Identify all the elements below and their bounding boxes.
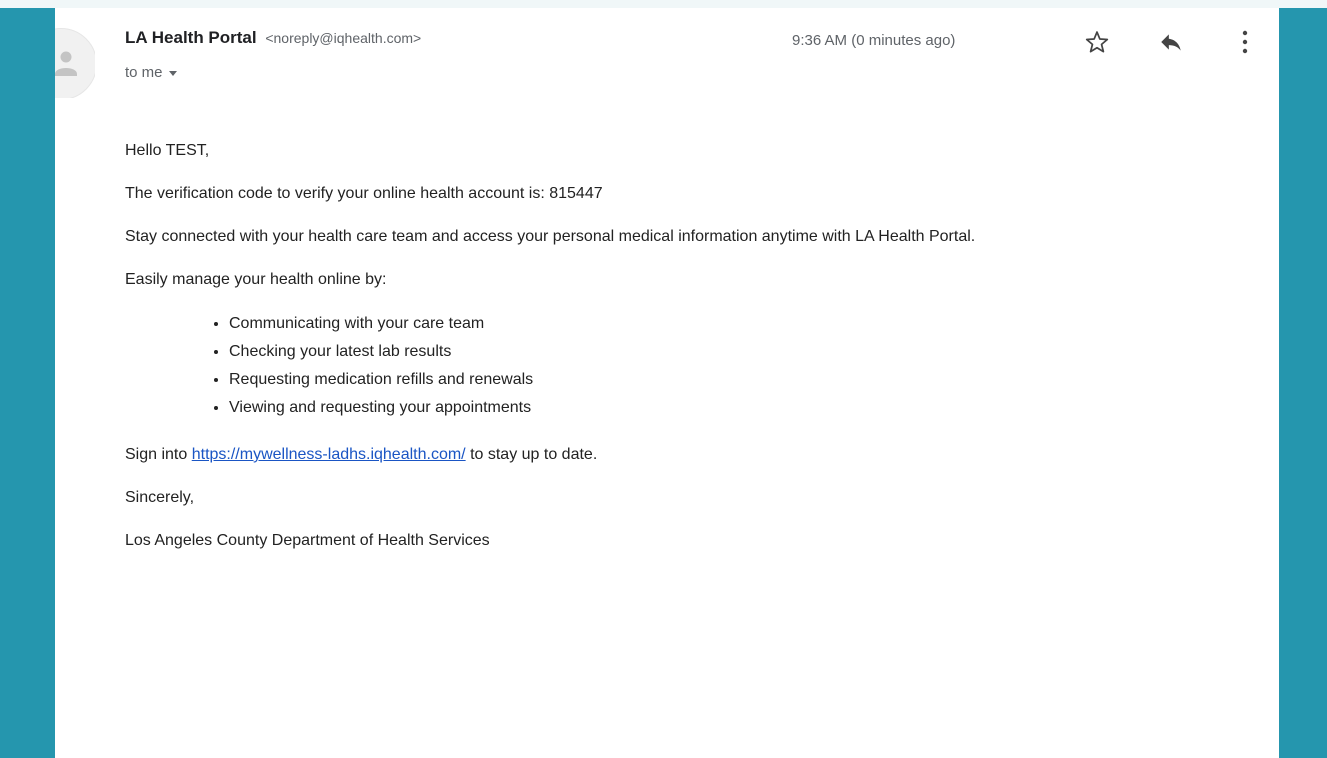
closing: Sincerely,	[125, 489, 195, 506]
sender-avatar[interactable]	[55, 28, 95, 98]
message-timestamp: 9:36 AM (0 minutes ago)	[792, 32, 956, 49]
right-frame-border	[1279, 8, 1327, 758]
email-message: LA Health Portal <noreply@iqhealth.com> …	[55, 8, 1279, 758]
sender-name[interactable]: LA Health Portal	[125, 28, 257, 47]
feature-list: Communicating with your care team Checki…	[125, 310, 1255, 422]
sign-in-suffix: to stay up to date.	[465, 446, 598, 463]
verification-text: The verification code to verify your onl…	[125, 185, 603, 202]
person-icon	[55, 51, 77, 76]
sign-in-prefix: Sign into	[125, 446, 192, 463]
reply-button[interactable]	[1155, 26, 1187, 58]
star-outline-icon	[1085, 31, 1109, 53]
recipient-label: to me	[125, 64, 163, 81]
caret-down-icon	[168, 71, 177, 76]
list-item: Requesting medication refills and renewa…	[229, 366, 1255, 394]
sign-in-text: Sign into https://mywellness-ladhs.iqhea…	[125, 442, 1255, 467]
star-button[interactable]	[1081, 26, 1113, 58]
reply-icon	[1161, 34, 1181, 51]
sender-email: <noreply@iqhealth.com>	[265, 30, 422, 46]
list-item: Communicating with your care team	[229, 310, 1255, 338]
more-options-button[interactable]	[1229, 26, 1261, 58]
list-item: Checking your latest lab results	[229, 338, 1255, 366]
stay-connected-text: Stay connected with your health care tea…	[125, 228, 976, 245]
signature: Los Angeles County Department of Health …	[125, 532, 490, 549]
manage-intro: Easily manage your health online by:	[125, 271, 387, 288]
portal-link[interactable]: https://mywellness-ladhs.iqhealth.com/	[192, 446, 466, 463]
list-item: Viewing and requesting your appointments	[229, 394, 1255, 422]
recipient-details-toggle[interactable]: to me	[125, 64, 177, 81]
more-vertical-icon	[1242, 30, 1248, 54]
left-frame-border	[0, 8, 55, 758]
message-body: Hello TEST, The verification code to ver…	[125, 138, 1255, 571]
top-strip	[0, 0, 1327, 8]
greeting: Hello TEST,	[125, 142, 210, 159]
sender-line: LA Health Portal <noreply@iqhealth.com>	[125, 28, 421, 48]
